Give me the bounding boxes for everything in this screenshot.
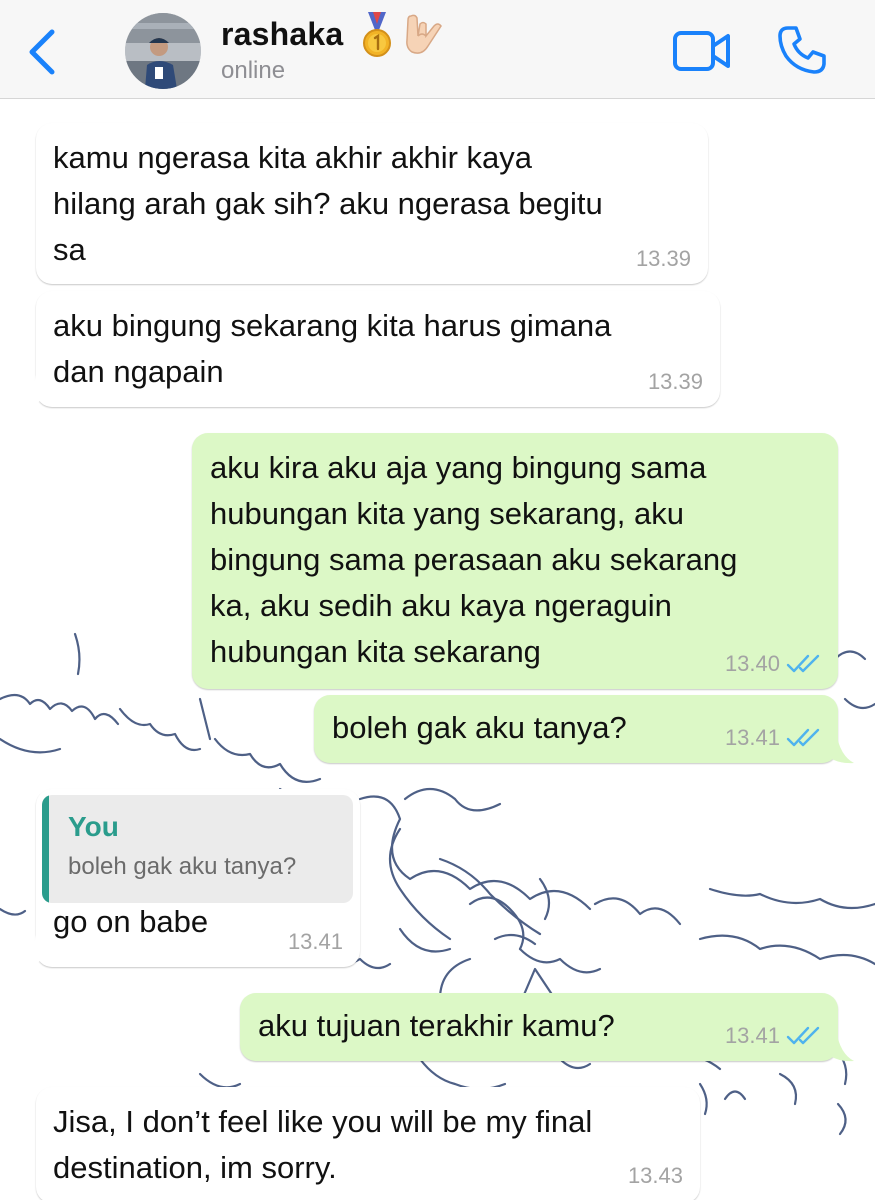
- voice-call-button[interactable]: [776, 24, 828, 76]
- bubble-tail: [20, 375, 40, 407]
- message-time: 13.41: [287, 929, 343, 954]
- quote-text: boleh gak aku tanya?: [68, 853, 297, 880]
- message-time: 13.43: [627, 1163, 683, 1188]
- love-you-gesture-emoji: [406, 14, 442, 54]
- message-text: Jisa, I don’t feel like you will be my f…: [53, 1104, 593, 1185]
- chat-area[interactable]: kamu ngerasa kita akhir akhir kaya hilan…: [0, 99, 875, 1200]
- read-receipt-icon: [786, 654, 820, 673]
- bubble-tail: [830, 732, 854, 764]
- medal-emoji: [363, 12, 391, 57]
- message-text: go on babe: [53, 904, 209, 939]
- message-time: 13.41: [724, 1023, 780, 1048]
- message-text: aku bingung sekarang kita harus gimana d…: [53, 308, 612, 389]
- bubble-tail: [830, 1030, 854, 1062]
- message-text: kamu ngerasa kita akhir akhir kaya hilan…: [53, 140, 603, 267]
- chat-header: rashaka online: [0, 0, 875, 99]
- bubble-tail: [20, 935, 40, 967]
- reply-message-bubble[interactable]: You boleh gak aku tanya? go on babe 13.4…: [36, 789, 360, 967]
- message-bubble[interactable]: aku tujuan terakhir kamu? 13.41: [240, 993, 838, 1061]
- message-bubble[interactable]: Jisa, I don’t feel like you will be my f…: [36, 1087, 700, 1200]
- video-call-icon: [673, 31, 730, 71]
- message-time: 13.39: [647, 369, 703, 394]
- contact-avatar[interactable]: [125, 13, 201, 89]
- read-receipt-icon: [786, 728, 820, 747]
- message-bubble[interactable]: aku kira aku aja yang bingung sama hubun…: [192, 433, 838, 689]
- video-call-button[interactable]: [672, 30, 732, 72]
- message-text: aku tujuan terakhir kamu?: [258, 1008, 615, 1043]
- avatar-photo: [125, 13, 201, 89]
- quote-accent-bar: [42, 795, 49, 903]
- quote-author: You: [68, 811, 119, 842]
- message-bubble[interactable]: boleh gak aku tanya? 13.41: [314, 695, 838, 763]
- read-receipt-icon: [786, 1026, 820, 1045]
- contact-name[interactable]: rashaka: [221, 16, 343, 53]
- message-text: boleh gak aku tanya?: [332, 710, 627, 745]
- back-button[interactable]: [22, 26, 62, 78]
- message-time: 13.40: [724, 651, 780, 676]
- message-time: 13.41: [724, 725, 780, 750]
- message-bubble[interactable]: kamu ngerasa kita akhir akhir kaya hilan…: [36, 123, 708, 284]
- message-time: 13.39: [635, 246, 691, 271]
- back-chevron-icon: [29, 29, 55, 75]
- message-bubble[interactable]: aku bingung sekarang kita harus gimana d…: [36, 291, 720, 407]
- contact-status: online: [221, 57, 286, 84]
- quoted-message[interactable]: You boleh gak aku tanya?: [42, 795, 353, 903]
- message-text: aku kira aku aja yang bingung sama hubun…: [210, 450, 738, 669]
- phone-icon: [778, 26, 826, 74]
